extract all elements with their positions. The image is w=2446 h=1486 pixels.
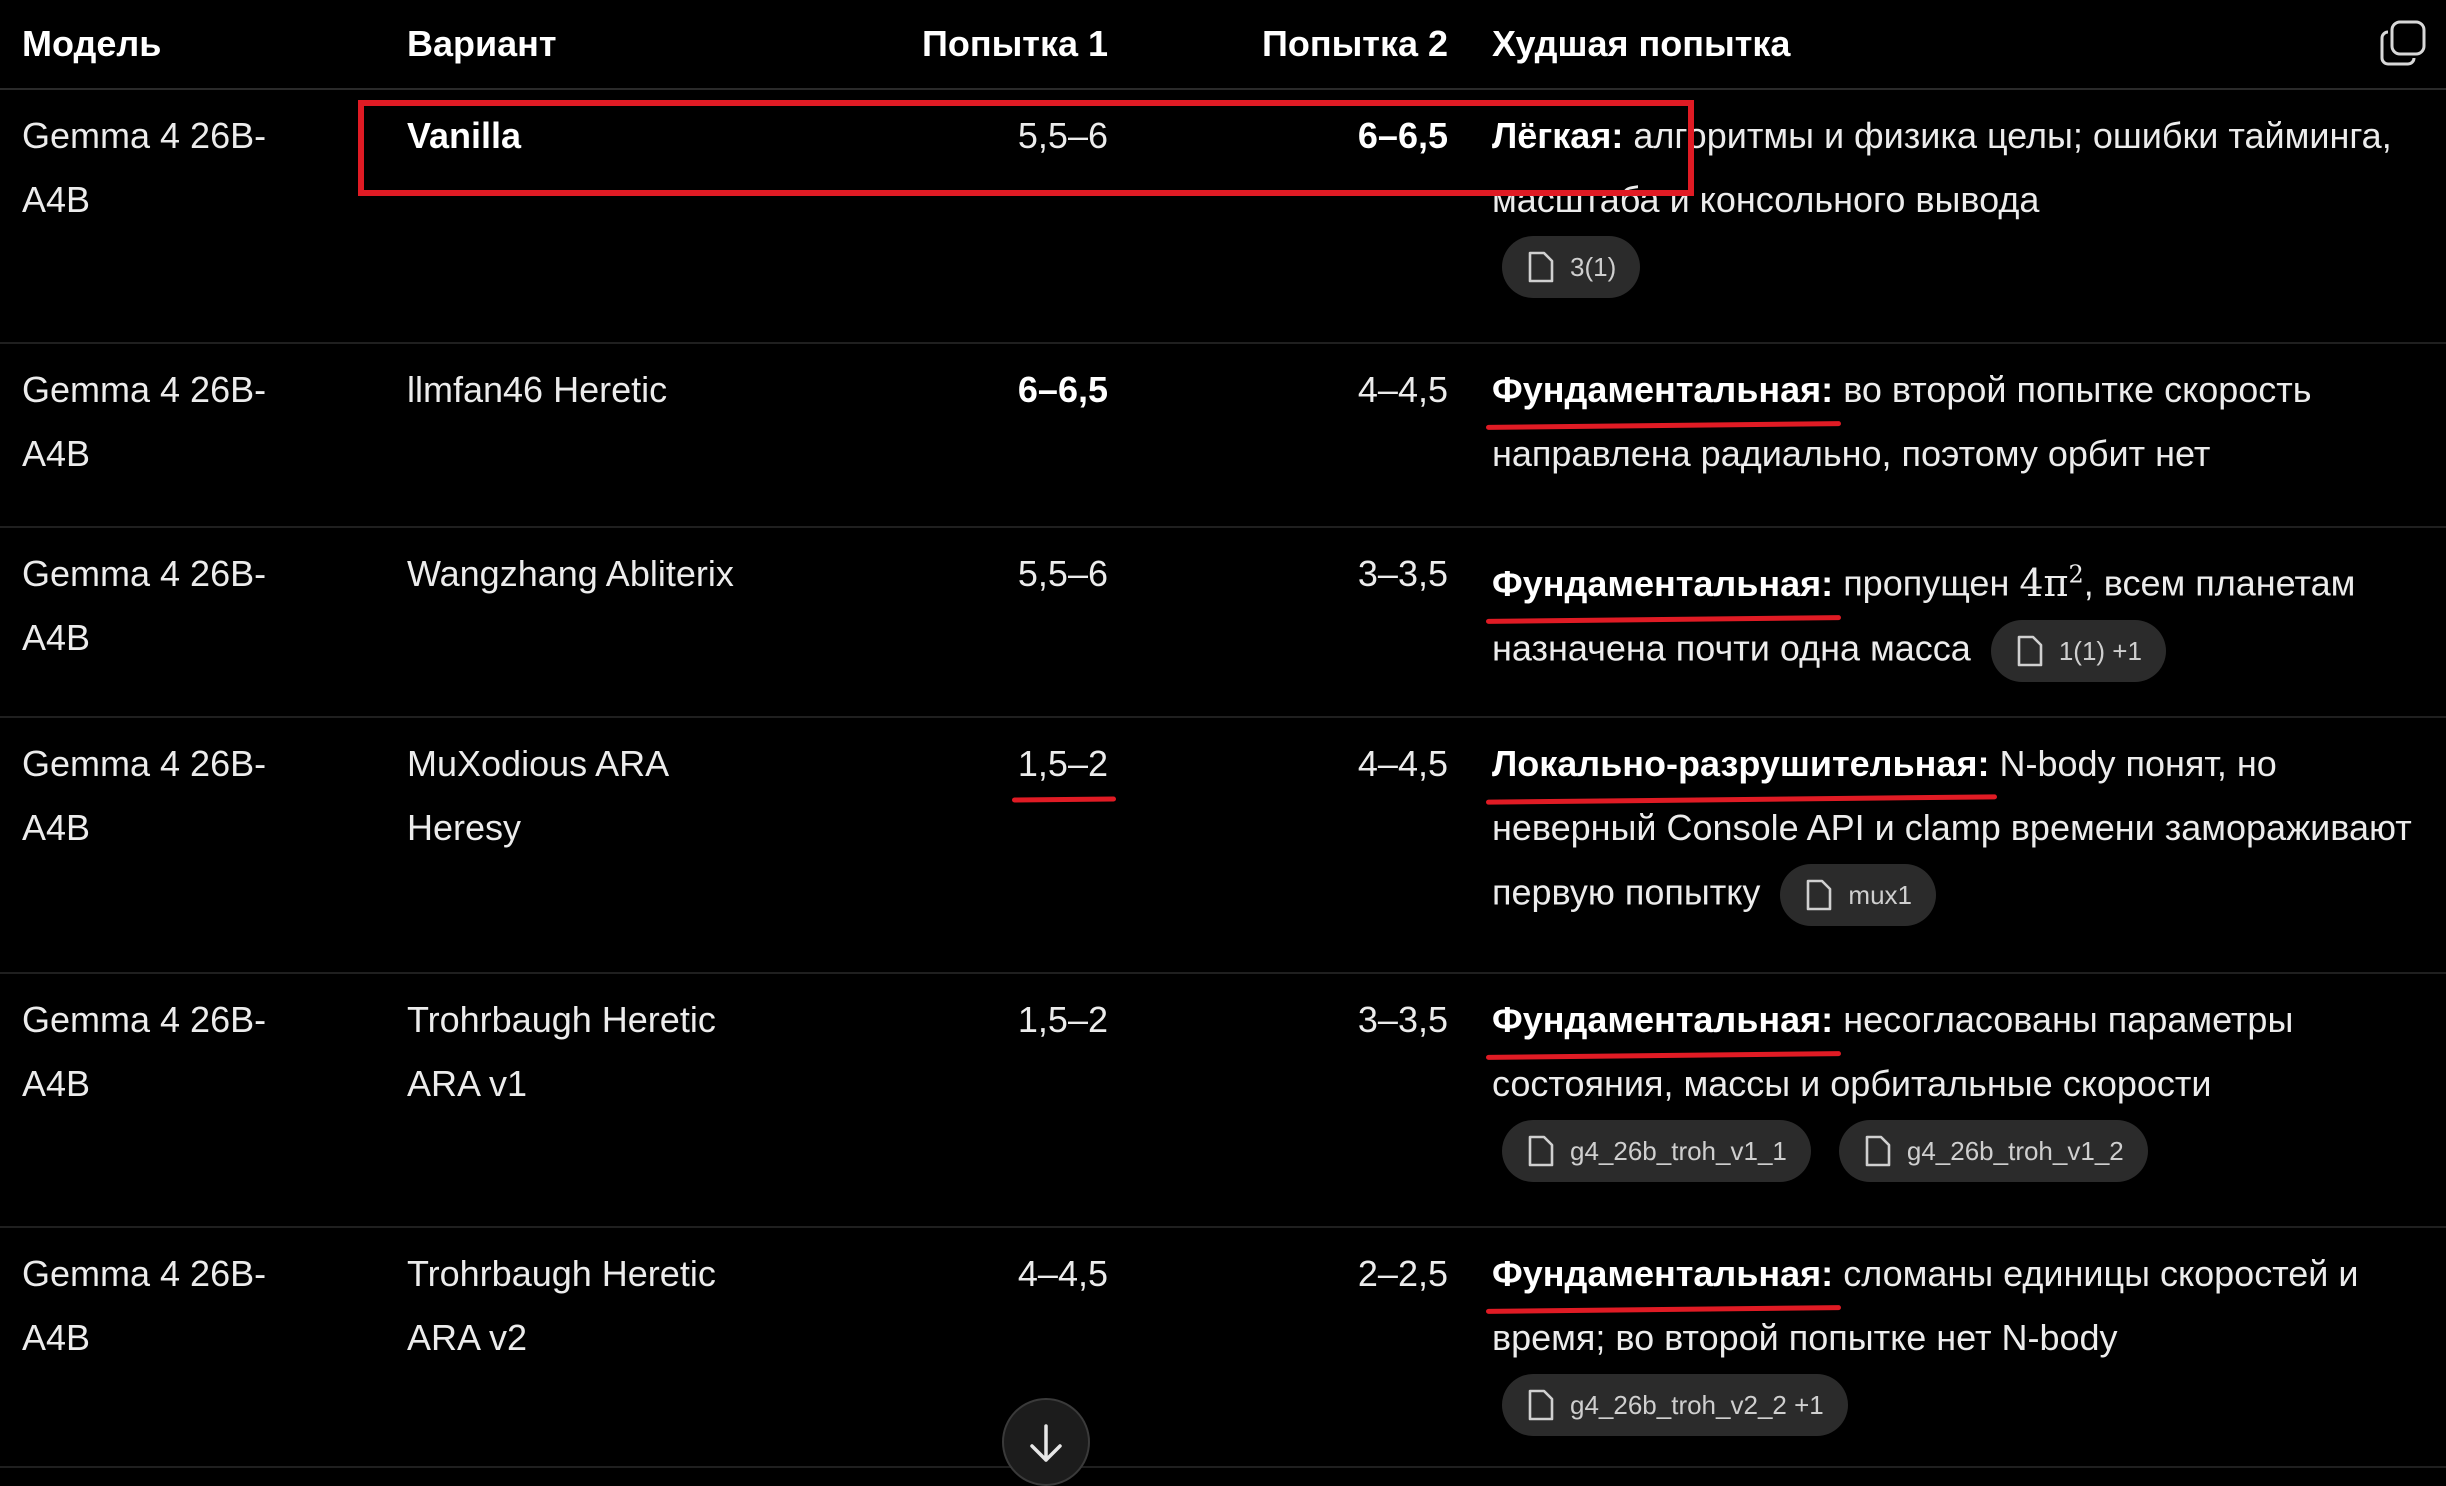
- file-icon: [1528, 251, 1554, 283]
- cell-model: Gemma 4 26B- A4B: [0, 1227, 385, 1468]
- severity-label: Фундаментальная:: [1492, 1242, 1833, 1306]
- file-icon: [1528, 1135, 1554, 1167]
- cell-attempt1: 1,5–2: [902, 973, 1124, 1228]
- cell-attempt2: 4–4,5: [1124, 717, 1464, 974]
- header-worst: Худшая попытка: [1464, 0, 2446, 90]
- cell-variant: Wangzhang Abliterix: [385, 527, 902, 718]
- cell-worst: Локально-разрушительная: N-body понят, н…: [1464, 717, 2446, 974]
- severity-label: Фундаментальная:: [1492, 552, 1833, 616]
- header-attempt1: Попытка 1: [902, 0, 1124, 90]
- cell-model: Gemma 4 26B- A4B: [0, 343, 385, 528]
- cell-variant: Trohrbaugh Heretic ARA v1: [385, 973, 902, 1228]
- file-icon: [1807, 879, 1832, 911]
- table-row: Gemma 4 26B- A4B Trohrbaugh Heretic ARA v2…: [0, 1227, 2446, 1468]
- cell-attempt1: 6–6,5: [902, 343, 1124, 528]
- cell-worst: Фундаментальная: сломаны единицы скорост…: [1464, 1227, 2446, 1468]
- cell-attempt2: 4–4,5: [1124, 343, 1464, 528]
- cell-worst: Фундаментальная: во второй попытке скоро…: [1464, 343, 2446, 528]
- source-chip[interactable]: g4_26b_troh_v1_2: [1838, 1120, 2148, 1182]
- arrow-down-icon: [1030, 1424, 1062, 1462]
- source-chip[interactable]: 3(1): [1502, 236, 1641, 298]
- cell-attempt2: 3–3,5: [1124, 973, 1464, 1228]
- table-row: Gemma 4 26B- A4B Wangzhang Abliterix 5,5–…: [0, 527, 2446, 718]
- cell-attempt2: 3–3,5: [1124, 527, 1464, 718]
- table-row: Gemma 4 26B- A4B llmfan46 Heretic 6–6,5 4…: [0, 343, 2446, 528]
- cell-attempt2: 2–2,5: [1124, 1227, 1464, 1468]
- cell-worst: Фундаментальная: пропущен 4π2, всем план…: [1464, 527, 2446, 718]
- header-model: Модель: [0, 0, 385, 90]
- severity-label: Фундаментальная:: [1492, 988, 1833, 1052]
- cell-model: Gemma 4 26B- A4B: [0, 89, 385, 344]
- cell-variant: Trohrbaugh Heretic ARA v2: [385, 1227, 902, 1468]
- cell-model: Gemma 4 26B- A4B: [0, 973, 385, 1228]
- file-icon: [1865, 1135, 1891, 1167]
- comparison-table: Модель Вариант Попытка 1 Попытка 2 Худша…: [0, 0, 2446, 1468]
- scroll-down-button[interactable]: [1002, 1398, 1090, 1486]
- file-icon: [2017, 635, 2043, 666]
- severity-label: Локально-разрушительная:: [1492, 732, 1989, 796]
- source-chip[interactable]: g4_26b_troh_v2_2 +1: [1502, 1374, 1848, 1436]
- cell-model: Gemma 4 26B- A4B: [0, 527, 385, 718]
- source-chip[interactable]: mux1: [1780, 864, 1936, 926]
- header-attempt2: Попытка 2: [1124, 0, 1464, 90]
- cell-variant: llmfan46 Heretic: [385, 343, 902, 528]
- severity-label: Фундаментальная:: [1492, 358, 1833, 422]
- file-icon: [1528, 1389, 1554, 1421]
- table-row: Gemma 4 26B- A4B MuXodious ARA Heresy 1,5–…: [0, 717, 2446, 974]
- highlight-box: [358, 100, 1694, 196]
- header-row: Модель Вариант Попытка 1 Попытка 2 Худша…: [0, 0, 2446, 90]
- cell-worst: Фундаментальная: несогласованы параметры…: [1464, 973, 2446, 1228]
- cell-variant: MuXodious ARA Heresy: [385, 717, 902, 974]
- cell-attempt1: 1,5–2: [902, 717, 1124, 974]
- cell-attempt1: 5,5–6: [902, 527, 1124, 718]
- formula: 4π2: [2019, 560, 2084, 605]
- cell-model: Gemma 4 26B- A4B: [0, 717, 385, 974]
- source-chip[interactable]: g4_26b_troh_v1_1: [1502, 1120, 1811, 1182]
- table-row: Gemma 4 26B- A4B Trohrbaugh Heretic ARA v1…: [0, 973, 2446, 1228]
- source-chip[interactable]: 1(1) +1: [1990, 619, 2166, 682]
- header-variant: Вариант: [385, 0, 902, 90]
